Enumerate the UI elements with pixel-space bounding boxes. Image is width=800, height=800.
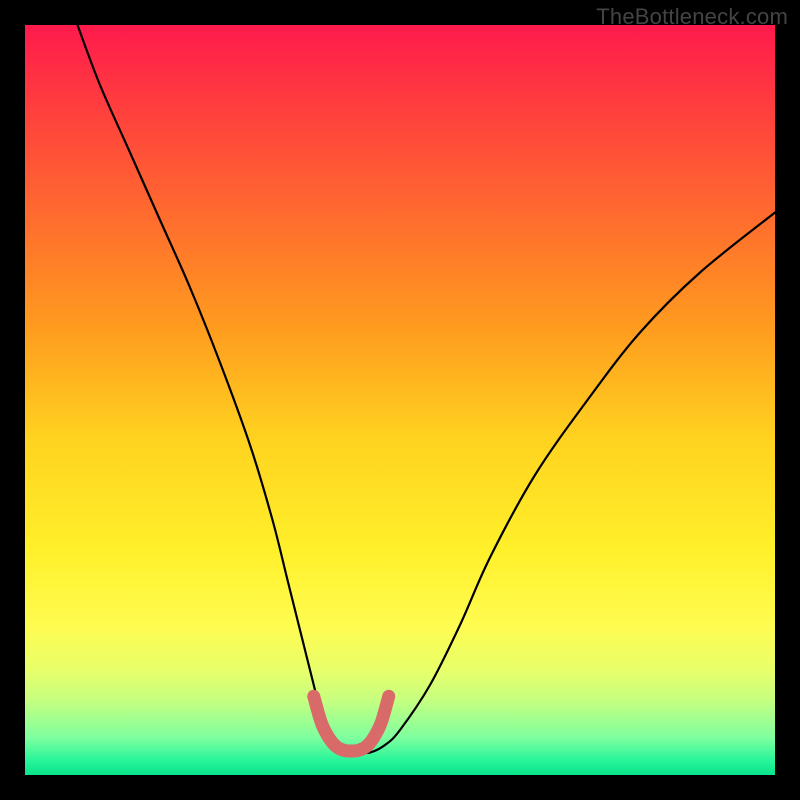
bottleneck-curve <box>78 25 776 753</box>
watermark-text: TheBottleneck.com <box>596 4 788 30</box>
chart-svg <box>25 25 775 775</box>
optimal-zone-marker <box>314 696 389 751</box>
chart-frame: TheBottleneck.com <box>0 0 800 800</box>
